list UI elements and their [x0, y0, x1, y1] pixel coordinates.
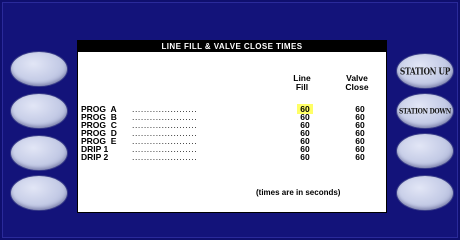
times-table: PROG A ...................... 60 60 PROG… — [81, 104, 384, 162]
line-fill-value[interactable]: 60 — [281, 153, 329, 162]
station-up-button[interactable]: STATION UP — [396, 53, 454, 89]
screen-title: LINE FILL & VALVE CLOSE TIMES — [78, 41, 386, 52]
row-leader-dots: ...................... — [132, 152, 198, 162]
table-row[interactable]: DRIP 2 ...................... 60 60 — [81, 152, 384, 162]
left-softkey-4[interactable] — [10, 175, 68, 211]
station-down-button[interactable]: STATION DOWN — [396, 93, 454, 129]
column-header-line-fill-line2: Fill — [295, 82, 309, 92]
units-footnote: (times are in seconds) — [256, 188, 341, 197]
left-softkey-3[interactable] — [10, 135, 68, 171]
right-softkey-3[interactable] — [396, 133, 454, 169]
station-up-label: STATION UP — [399, 65, 451, 77]
table-row[interactable]: PROG C ...................... 60 60 — [81, 121, 381, 130]
table-row[interactable]: PROG B ...................... 60 60 — [81, 113, 381, 122]
table-row[interactable]: PROG D ...................... 60 60 — [81, 129, 381, 138]
row-label: DRIP 2 — [81, 152, 109, 162]
lcd-screen: LINE FILL & VALVE CLOSE TIMES Line Fill … — [77, 40, 387, 213]
table-row[interactable]: DRIP 1 ...................... 60 60 — [81, 145, 381, 154]
left-softkey-1[interactable] — [10, 51, 68, 87]
station-down-label: STATION DOWN — [399, 106, 451, 116]
column-header-line-fill: Line Fill — [277, 74, 327, 92]
column-header-valve-close-line2: Close — [345, 82, 369, 92]
left-softkey-2[interactable] — [10, 93, 68, 129]
valve-close-value[interactable]: 60 — [336, 153, 384, 162]
right-softkey-4[interactable] — [396, 175, 454, 211]
table-row[interactable]: PROG A ...................... 60 60 — [81, 104, 381, 114]
column-header-valve-close: Valve Close — [332, 74, 382, 92]
table-row[interactable]: PROG E ...................... 60 60 — [81, 137, 381, 146]
